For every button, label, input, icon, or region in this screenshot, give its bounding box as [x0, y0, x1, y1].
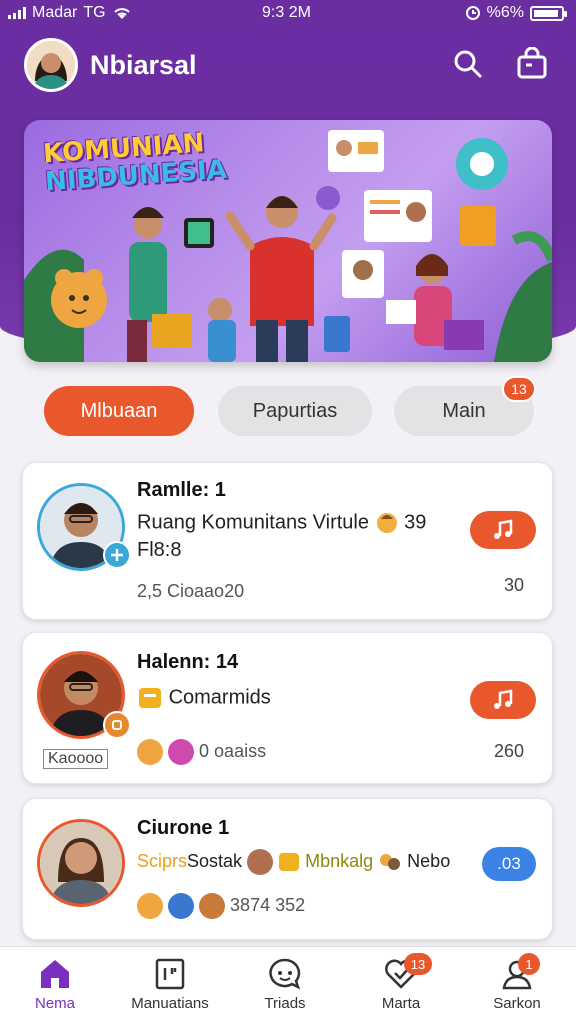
- alarm-icon: [465, 6, 480, 20]
- shopping-bag-icon: [517, 47, 547, 79]
- card-count: 30: [503, 575, 524, 595]
- nav-badge: 13: [404, 953, 432, 975]
- card-title: Ramlle: 1: [137, 479, 226, 501]
- member-avatar: [37, 819, 125, 907]
- card-meta: 3874 352: [230, 894, 306, 915]
- chip-mlbuaan[interactable]: Mlbuaan: [44, 386, 194, 436]
- nav-item-documents[interactable]: Manuatians: [115, 955, 225, 1021]
- card-meta: 0 oaaiss: [199, 740, 267, 761]
- mini-avatar: [168, 893, 195, 919]
- music-button[interactable]: [470, 681, 536, 719]
- card-subtitle: Comarmids: [168, 686, 271, 709]
- cup-icon: [112, 720, 122, 730]
- community-banner[interactable]: KOMUNIAN NIBDUNESIA: [24, 120, 552, 362]
- community-card[interactable]: Halenn: 14 Comarmids Kaoooo 0 oaaiss 260: [22, 632, 553, 784]
- mini-avatar: [137, 893, 163, 919]
- battery-percent: %6%: [486, 4, 524, 21]
- mini-avatar: [247, 849, 274, 875]
- card-tag-a: Sciprs: [137, 850, 188, 871]
- count-pill[interactable]: .03: [482, 847, 536, 881]
- chip-papurtias[interactable]: Papurtias: [218, 386, 372, 436]
- card-line2: Fl8:8: [137, 539, 182, 561]
- music-note-icon: [494, 689, 513, 709]
- nav-item-profile[interactable]: 1 Sarkon: [462, 953, 572, 1021]
- music-note-icon: [494, 519, 513, 539]
- carrier-name: Madar: [32, 4, 78, 21]
- nav-item-chats[interactable]: Triads: [230, 955, 340, 1021]
- mini-avatar: [199, 893, 226, 919]
- emoji-icon: [376, 513, 397, 533]
- nav-item-home[interactable]: Nema: [0, 955, 110, 1021]
- avatar-illustration: [40, 822, 122, 904]
- card-tag: Kaoooo: [43, 749, 109, 769]
- nav-badge: 1: [518, 953, 540, 975]
- plus-icon: [111, 549, 123, 561]
- card-subtitle-suffix: 39: [404, 511, 427, 534]
- app-title: Nbiarsal: [90, 50, 197, 80]
- card-meta-row: 3874 352: [137, 893, 305, 919]
- chat-bubble-icon: [139, 688, 161, 708]
- nav-label: Manuatians: [131, 995, 209, 1012]
- document-icon: [155, 958, 185, 990]
- chip-label: Main: [442, 399, 486, 422]
- status-bar: Madar ТG 9:3 2M %6%: [0, 0, 576, 26]
- card-tag-c: Mbnkalg: [305, 850, 374, 871]
- carrier-group: Madar ТG: [8, 4, 132, 22]
- search-icon: [454, 50, 482, 78]
- mini-avatar: [168, 739, 195, 765]
- battery-icon: [530, 5, 567, 21]
- wifi-icon: [113, 8, 130, 19]
- nav-label: Marta: [381, 995, 421, 1012]
- chip-label: Papurtias: [252, 399, 338, 422]
- chat-icon: [269, 958, 301, 990]
- badge-icon: [103, 711, 131, 739]
- card-count: 260: [493, 741, 524, 761]
- chip-main[interactable]: Main 13: [394, 376, 536, 436]
- search-button[interactable]: [448, 44, 488, 84]
- card-line: SciprsSostak Mbnkalg Nebo: [137, 849, 450, 875]
- nav-item-favorites[interactable]: 13 Marta: [346, 953, 456, 1021]
- status-right: %6%: [465, 4, 567, 22]
- nav-label: Triads: [264, 995, 306, 1012]
- mini-avatar: [137, 739, 163, 765]
- bottom-navigation: Nema Manuatians Triads 13 Marta 1 Sarkon: [0, 946, 576, 1024]
- card-tag-d: Nebo: [407, 850, 451, 871]
- community-card[interactable]: Ramlle: 1 Ruang Komunitans Virtule 39 Fl…: [22, 462, 553, 620]
- chip-badge: 13: [502, 376, 536, 402]
- home-icon: [41, 960, 69, 988]
- nav-label: Nema: [34, 995, 75, 1012]
- banner-title: KOMUNIAN NIBDUNESIA: [42, 128, 228, 197]
- card-meta-row: 0 oaaiss: [137, 739, 266, 765]
- nav-label: Sarkon: [493, 995, 541, 1012]
- music-button[interactable]: [470, 511, 536, 549]
- card-meta: 2,5 Cioaao20: [137, 581, 245, 601]
- card-title: Ciurone 1: [137, 817, 230, 839]
- card-subtitle: Ruang Komunitans Virtule: [137, 511, 369, 534]
- network-type: ТG: [83, 4, 106, 21]
- signal-icon: [8, 7, 26, 19]
- card-line: Ruang Komunitans Virtule 39: [137, 511, 426, 535]
- badge-icon: [279, 853, 300, 871]
- card-tag-b: Sostak: [187, 850, 243, 871]
- add-badge[interactable]: [103, 541, 131, 569]
- clock: 9:3 2M: [262, 4, 311, 21]
- card-line: Comarmids: [137, 685, 271, 711]
- user-avatar[interactable]: [24, 38, 78, 92]
- app-header: Nbiarsal: [0, 26, 576, 102]
- filter-chips: Mlbuaan Papurtias Main 13: [0, 376, 576, 440]
- group-icon: [380, 854, 401, 870]
- card-title: Halenn: 14: [137, 651, 239, 673]
- community-card[interactable]: Ciurone 1 SciprsSostak Mbnkalg Nebo 3874…: [22, 798, 553, 940]
- avatar-illustration: [27, 41, 75, 89]
- shopping-bag-button[interactable]: [512, 44, 552, 84]
- chip-label: Mlbuaan: [80, 399, 158, 422]
